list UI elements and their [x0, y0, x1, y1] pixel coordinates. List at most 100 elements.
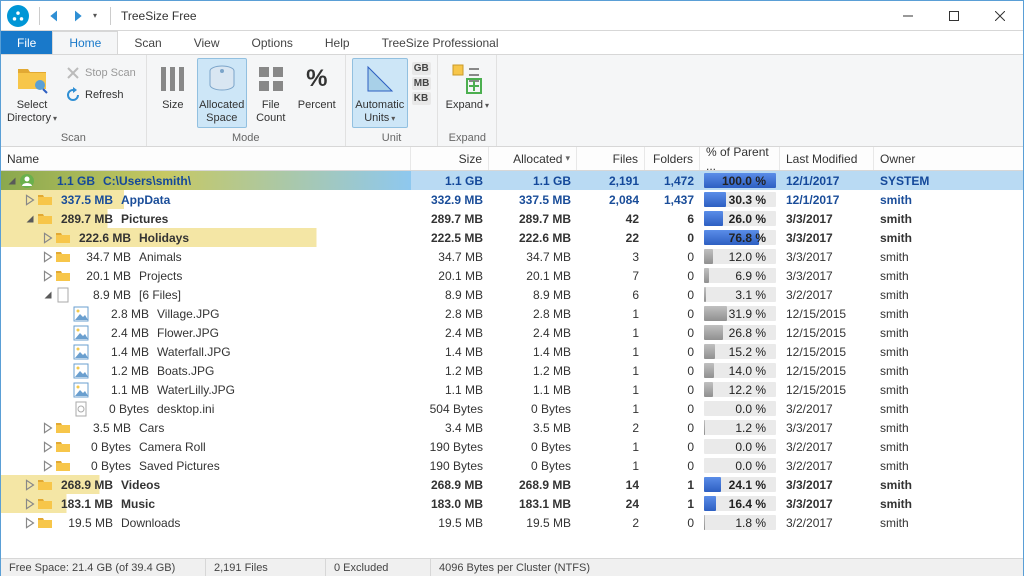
tree-row[interactable]: 3.5 MBCars3.4 MB3.5 MB201.2 %3/3/2017smi… — [1, 418, 1023, 437]
cell-folders: 1,437 — [645, 190, 700, 209]
pic-icon — [73, 344, 89, 360]
tree-name-cell[interactable]: 0 Bytesdesktop.ini — [1, 399, 411, 418]
folder-icon — [55, 439, 71, 455]
nav-history-dropdown[interactable]: ▾ — [88, 7, 100, 25]
tree-row[interactable]: 222.6 MBHolidays222.5 MB222.6 MB22076.8 … — [1, 228, 1023, 247]
tree-name-cell[interactable]: 0 BytesCamera Roll — [1, 437, 411, 456]
mode-allocated-button[interactable]: AllocatedSpace — [197, 58, 247, 128]
tree-name-cell[interactable]: 1.1 MBWaterLilly.JPG — [1, 380, 411, 399]
refresh-button[interactable]: Refresh — [61, 84, 140, 106]
collapse-icon[interactable] — [5, 174, 19, 188]
chevron-down-icon: ▾ — [485, 101, 489, 110]
col-header-size[interactable]: Size — [411, 147, 489, 170]
tree-name-cell[interactable]: 1.2 MBBoats.JPG — [1, 361, 411, 380]
tree-name-cell[interactable]: 19.5 MBDownloads — [1, 513, 411, 532]
select-directory-button[interactable]: SelectDirectory▾ — [7, 58, 57, 128]
expand-button[interactable]: Expand▾ — [444, 58, 490, 128]
expand-icon[interactable] — [41, 250, 55, 264]
expand-icon[interactable] — [41, 440, 55, 454]
tab-pro[interactable]: TreeSize Professional — [366, 31, 515, 54]
tree-row[interactable]: 183.1 MBMusic183.0 MB183.1 MB24116.4 %3/… — [1, 494, 1023, 513]
tree-row[interactable]: 2.4 MBFlower.JPG2.4 MB2.4 MB1026.8 %12/1… — [1, 323, 1023, 342]
col-header-percent[interactable]: % of Parent ... — [700, 147, 780, 170]
collapse-icon[interactable] — [41, 288, 55, 302]
tree-row[interactable]: 2.8 MBVillage.JPG2.8 MB2.8 MB1031.9 %12/… — [1, 304, 1023, 323]
mode-size-button[interactable]: Size — [153, 58, 193, 128]
tree-row[interactable]: 1.2 MBBoats.JPG1.2 MB1.2 MB1014.0 %12/15… — [1, 361, 1023, 380]
tree-name-cell[interactable]: 2.4 MBFlower.JPG — [1, 323, 411, 342]
expand-icon[interactable] — [41, 269, 55, 283]
unit-mb-badge[interactable]: MB — [412, 77, 432, 90]
col-header-files[interactable]: Files — [577, 147, 645, 170]
tab-home[interactable]: Home — [52, 31, 118, 54]
cell-size: 1.1 MB — [411, 380, 489, 399]
unit-kb-badge[interactable]: KB — [412, 92, 432, 105]
tree-row[interactable]: 19.5 MBDownloads19.5 MB19.5 MB201.8 %3/2… — [1, 513, 1023, 532]
tree-row[interactable]: 20.1 MBProjects20.1 MB20.1 MB706.9 %3/3/… — [1, 266, 1023, 285]
collapse-icon[interactable] — [23, 212, 37, 226]
expand-icon[interactable] — [23, 516, 37, 530]
expand-icon[interactable] — [41, 459, 55, 473]
expand-icon[interactable] — [23, 193, 37, 207]
tree-name-cell[interactable]: 337.5 MBAppData — [1, 190, 411, 209]
tree-row[interactable]: 337.5 MBAppData332.9 MB337.5 MB2,0841,43… — [1, 190, 1023, 209]
cell-folders: 0 — [645, 285, 700, 304]
tree-row[interactable]: 1.1 GBC:\Users\smith\1.1 GB1.1 GB2,1911,… — [1, 171, 1023, 190]
cell-size: 289.7 MB — [411, 209, 489, 228]
tree-name-cell[interactable]: 222.6 MBHolidays — [1, 228, 411, 247]
mode-filecount-button[interactable]: FileCount — [251, 58, 291, 128]
col-header-owner[interactable]: Owner — [874, 147, 990, 170]
expand-icon[interactable] — [23, 478, 37, 492]
tree-row[interactable]: 289.7 MBPictures289.7 MB289.7 MB42626.0 … — [1, 209, 1023, 228]
tab-scan[interactable]: Scan — [118, 31, 177, 54]
maximize-button[interactable] — [931, 1, 977, 31]
col-header-allocated[interactable]: Allocated▾ — [489, 147, 577, 170]
tree-name-cell[interactable]: 20.1 MBProjects — [1, 266, 411, 285]
nav-back-button[interactable] — [46, 7, 64, 25]
node-size-label: 222.6 MB — [75, 231, 135, 245]
expand-icon[interactable] — [41, 421, 55, 435]
mode-percent-button[interactable]: % Percent — [295, 58, 339, 128]
tree-row[interactable]: 34.7 MBAnimals34.7 MB34.7 MB3012.0 %3/3/… — [1, 247, 1023, 266]
folder-search-icon — [16, 63, 48, 95]
tree-row[interactable]: 0 Bytesdesktop.ini504 Bytes0 Bytes100.0 … — [1, 399, 1023, 418]
cell-files: 1 — [577, 380, 645, 399]
ribbon-tabs: File Home Scan View Options Help TreeSiz… — [1, 31, 1023, 55]
tree-row[interactable]: 8.9 MB[6 Files]8.9 MB8.9 MB603.1 %3/2/20… — [1, 285, 1023, 304]
col-header-name[interactable]: Name — [1, 147, 411, 170]
file-tree[interactable]: 1.1 GBC:\Users\smith\1.1 GB1.1 GB2,1911,… — [1, 171, 1023, 558]
tree-row[interactable]: 0 BytesCamera Roll190 Bytes0 Bytes100.0 … — [1, 437, 1023, 456]
automatic-units-button[interactable]: AutomaticUnits▾ — [352, 58, 408, 128]
tab-view[interactable]: View — [178, 31, 236, 54]
close-button[interactable] — [977, 1, 1023, 31]
cell-allocated: 1.1 GB — [489, 171, 577, 190]
expand-icon[interactable] — [23, 497, 37, 511]
tree-name-cell[interactable]: 2.8 MBVillage.JPG — [1, 304, 411, 323]
unit-gb-badge[interactable]: GB — [412, 62, 432, 75]
tree-row[interactable]: 0 BytesSaved Pictures190 Bytes0 Bytes100… — [1, 456, 1023, 475]
tab-file[interactable]: File — [1, 31, 52, 54]
cell-modified: 3/3/2017 — [780, 228, 874, 247]
tab-help[interactable]: Help — [309, 31, 366, 54]
expand-icon[interactable] — [41, 231, 55, 245]
tree-name-cell[interactable]: 3.5 MBCars — [1, 418, 411, 437]
tab-options[interactable]: Options — [236, 31, 309, 54]
tree-name-cell[interactable]: 1.1 GBC:\Users\smith\ — [1, 171, 411, 190]
col-header-modified[interactable]: Last Modified — [780, 147, 874, 170]
nav-forward-button[interactable] — [68, 7, 86, 25]
folder-icon — [37, 192, 53, 208]
tree-row[interactable]: 268.9 MBVideos268.9 MB268.9 MB14124.1 %3… — [1, 475, 1023, 494]
cell-modified: 3/3/2017 — [780, 475, 874, 494]
tree-name-cell[interactable]: 8.9 MB[6 Files] — [1, 285, 411, 304]
ribbon-group-mode: Size AllocatedSpace FileCount % Percent … — [147, 55, 346, 146]
tree-name-cell[interactable]: 34.7 MBAnimals — [1, 247, 411, 266]
tree-row[interactable]: 1.1 MBWaterLilly.JPG1.1 MB1.1 MB1012.2 %… — [1, 380, 1023, 399]
minimize-button[interactable] — [885, 1, 931, 31]
tree-name-cell[interactable]: 1.4 MBWaterfall.JPG — [1, 342, 411, 361]
tree-name-cell[interactable]: 268.9 MBVideos — [1, 475, 411, 494]
tree-name-cell[interactable]: 289.7 MBPictures — [1, 209, 411, 228]
col-header-folders[interactable]: Folders — [645, 147, 700, 170]
tree-name-cell[interactable]: 183.1 MBMusic — [1, 494, 411, 513]
tree-name-cell[interactable]: 0 BytesSaved Pictures — [1, 456, 411, 475]
tree-row[interactable]: 1.4 MBWaterfall.JPG1.4 MB1.4 MB1015.2 %1… — [1, 342, 1023, 361]
